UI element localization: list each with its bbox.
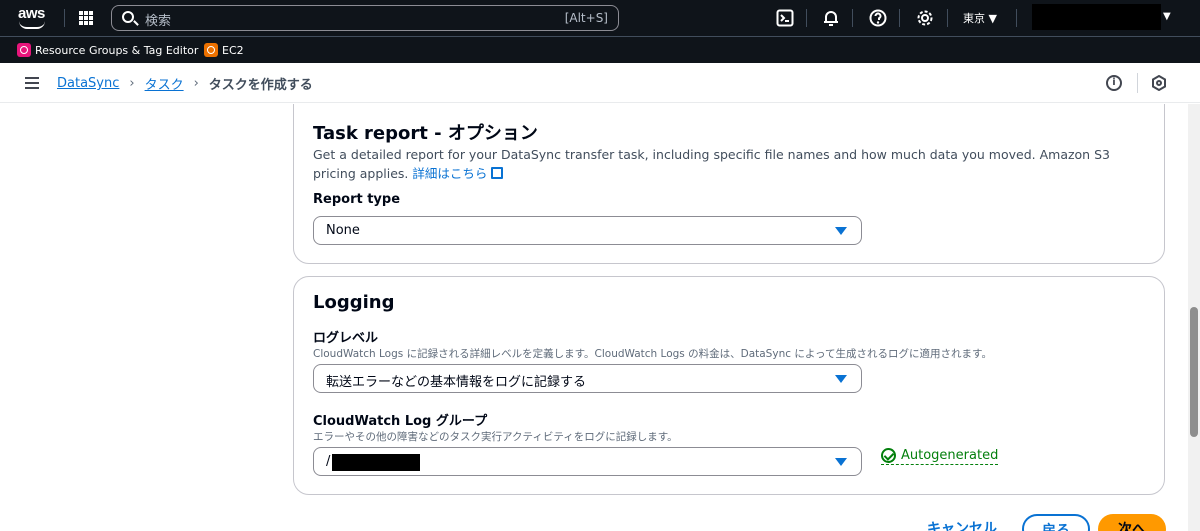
resource-groups-icon xyxy=(17,43,31,57)
aws-logo-text: aws xyxy=(18,5,45,22)
favorite-ec2[interactable]: EC2 xyxy=(204,43,244,57)
favorite-label: Resource Groups & Tag Editor xyxy=(35,43,199,57)
search-icon xyxy=(122,11,134,23)
favorites-bar: Resource Groups & Tag Editor EC2 xyxy=(0,36,1200,63)
back-button[interactable]: 戻る xyxy=(1022,514,1090,531)
ec2-icon xyxy=(204,43,218,57)
account-menu-redacted[interactable] xyxy=(1032,4,1161,30)
settings-hexagon-icon[interactable] xyxy=(1151,75,1167,91)
search-shortcut: [Alt+S] xyxy=(564,11,608,25)
cancel-button[interactable]: キャンセル xyxy=(927,518,997,531)
task-report-title: Task report - オプション xyxy=(313,123,538,144)
autogenerated-label: Autogenerated xyxy=(901,448,999,463)
breadcrumb: DataSync › タスク › タスクを作成する xyxy=(57,74,313,93)
report-type-select[interactable]: None xyxy=(313,216,862,245)
breadcrumb-tasks[interactable]: タスク xyxy=(145,74,184,93)
logging-panel: Logging ログレベル CloudWatch Logs に記録される詳細レベ… xyxy=(293,276,1165,495)
divider xyxy=(64,9,65,27)
external-link-icon xyxy=(491,167,504,179)
log-group-description: エラーやその他の障害などのタスク実行アクティビティをログに記録します。 xyxy=(313,431,678,443)
report-type-label: Report type xyxy=(313,192,401,207)
chevron-right-icon: › xyxy=(193,76,199,91)
gear-icon[interactable] xyxy=(916,9,934,27)
services-grid-icon[interactable] xyxy=(79,11,93,25)
aws-logo[interactable]: aws xyxy=(16,5,50,31)
menu-icon[interactable] xyxy=(25,77,39,89)
help-icon[interactable] xyxy=(869,9,887,27)
caret-down-icon xyxy=(835,458,847,466)
report-type-value: None xyxy=(326,223,360,238)
scrollbar[interactable] xyxy=(1188,104,1200,531)
search-input[interactable]: 検索 [Alt+S] xyxy=(111,5,619,31)
favorite-resource-groups[interactable]: Resource Groups & Tag Editor xyxy=(17,43,198,57)
log-level-description: CloudWatch Logs に記録される詳細レベルを定義します。CloudW… xyxy=(313,348,992,360)
favorite-label: EC2 xyxy=(222,43,244,57)
next-button[interactable]: 次へ xyxy=(1098,514,1166,531)
autogenerated-status[interactable]: Autogenerated xyxy=(881,448,999,465)
bell-icon[interactable] xyxy=(822,9,840,27)
log-level-select[interactable]: 転送エラーなどの基本情報をログに記録する xyxy=(313,364,862,393)
divider xyxy=(806,9,807,27)
aws-smile-icon xyxy=(19,21,45,29)
divider xyxy=(947,9,948,27)
task-report-panel: Task report - オプション Get a detailed repor… xyxy=(293,104,1165,264)
log-group-value: / xyxy=(326,454,331,469)
divider xyxy=(1016,9,1017,27)
scrollbar-thumb[interactable] xyxy=(1190,307,1198,437)
breadcrumb-current: タスクを作成する xyxy=(208,78,313,93)
check-circle-icon xyxy=(881,448,896,463)
account-caret-icon[interactable]: ▼ xyxy=(1163,11,1171,22)
log-level-label: ログレベル xyxy=(313,331,379,346)
top-navigation: aws 検索 [Alt+S] 東京 ▼ ▼ xyxy=(0,0,1200,36)
task-report-description: Get a detailed report for your DataSync … xyxy=(313,145,1143,183)
main-content: Task report - オプション Get a detailed repor… xyxy=(0,104,1188,531)
breadcrumb-datasync[interactable]: DataSync xyxy=(57,76,119,91)
cloudshell-icon[interactable] xyxy=(776,9,794,27)
breadcrumb-bar: DataSync › タスク › タスクを作成する i xyxy=(0,63,1200,103)
learn-more-link[interactable]: 詳細はこちら xyxy=(412,166,487,181)
log-group-select[interactable]: / xyxy=(313,447,862,476)
info-icon[interactable]: i xyxy=(1106,75,1122,91)
region-selector[interactable]: 東京 ▼ xyxy=(963,10,997,26)
chevron-right-icon: › xyxy=(129,76,135,91)
redacted-log-group xyxy=(332,454,420,471)
caret-down-icon xyxy=(835,375,847,383)
log-group-label: CloudWatch Log グループ xyxy=(313,414,488,429)
log-level-value: 転送エラーなどの基本情報をログに記録する xyxy=(326,375,587,390)
search-placeholder: 検索 xyxy=(145,14,172,29)
divider xyxy=(899,9,900,27)
divider xyxy=(852,9,853,27)
logging-title: Logging xyxy=(313,292,395,313)
divider xyxy=(1137,73,1138,93)
caret-down-icon xyxy=(835,227,847,235)
